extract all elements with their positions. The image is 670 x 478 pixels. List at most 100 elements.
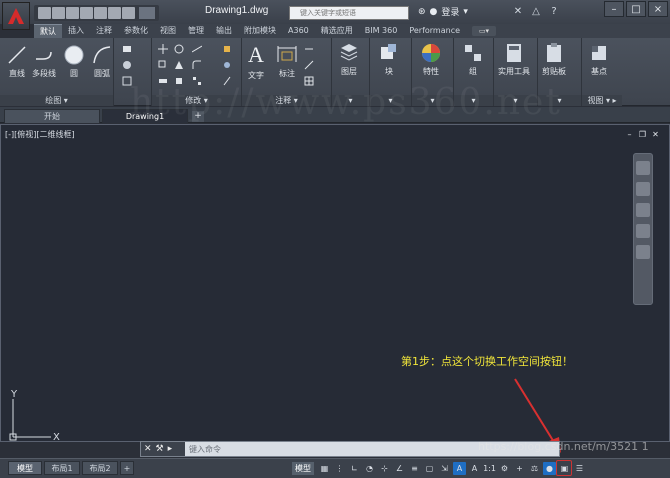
add-layout-button[interactable]: + [120,461,134,475]
ucs-x-label: X [53,432,60,443]
hatch-icon[interactable] [122,60,132,70]
application-menu-button[interactable] [2,2,30,30]
workspace-switching-gear-icon[interactable]: ⚙ [498,462,511,475]
tab-output[interactable]: 输出 [210,24,238,38]
groups-tool[interactable]: 组 [462,42,484,77]
annotation-monitor-icon[interactable]: + [513,462,526,475]
properties-tool[interactable]: 特性 [420,42,442,77]
close-icon[interactable]: ✕ [144,444,152,454]
selection-cycling-icon[interactable]: ⇲ [438,462,451,475]
circle-tool[interactable]: 圆 [63,44,85,79]
transparency-icon[interactable]: ▢ [423,462,436,475]
maximize-button[interactable]: □ [626,1,646,17]
save-as-icon[interactable] [80,7,93,19]
tab-featured-apps[interactable]: 精选应用 [315,24,359,38]
utilities-tool[interactable]: 实用工具 [498,42,530,77]
tab-addins[interactable]: 附加模块 [238,24,282,38]
tab-view[interactable]: 视图 [154,24,182,38]
command-input[interactable]: 键入命令 [185,444,221,455]
viewport-restore-button[interactable]: ❐ [637,130,648,140]
erase-icon[interactable] [222,44,232,54]
tab-model[interactable]: 模型 [8,461,42,475]
orbit-icon[interactable] [636,224,650,238]
exchange-icon[interactable]: ✕ [512,5,524,17]
steering-wheel-icon[interactable] [636,161,650,175]
text-label: 文字 [248,71,264,80]
help-icon[interactable]: ? [548,5,560,17]
tab-manage[interactable]: 管理 [182,24,210,38]
autoscale-icon[interactable]: A [468,462,481,475]
tab-annotate[interactable]: 注释 [90,24,118,38]
status-toggles: ▦ ⋮ ∟ ◔ ⊹ ∠ ≡ ▢ ⇲ A A 1:1 ⚙ + ⚖ ● ▣ ☰ [318,462,586,475]
tab-insert[interactable]: 插入 [62,24,90,38]
clipboard-tool[interactable]: 剪贴板 [542,42,566,77]
viewport-minimize-button[interactable]: – [624,130,635,140]
wrench-icon[interactable]: ⚒ [156,444,164,454]
draw-panel-title[interactable]: 绘图 ▾ [0,95,113,106]
mirror-icon[interactable] [174,60,184,70]
snap-icon[interactable]: ⋮ [333,462,346,475]
login-button[interactable]: ⊛ ● 登录 ▾ [418,5,468,19]
command-history-icon[interactable]: ▸ [168,444,173,454]
tab-performance[interactable]: Performance [403,24,466,38]
drawing-canvas[interactable]: [-][俯视][二维线框] – ❐ ✕ Y X 第1步：点这个切换工作空间按钮！ [0,124,670,453]
polyline-tool[interactable]: 多段线 [32,44,56,79]
new-icon[interactable] [38,7,51,19]
clean-screen-icon[interactable]: ☰ [573,462,586,475]
view-panel-title[interactable]: 视图 ▾ ▸ [582,95,622,106]
units-icon[interactable]: ⚖ [528,462,541,475]
arc-tool[interactable]: 圆弧 [91,44,113,79]
search-input[interactable]: 键入关键字或短语 [289,6,409,20]
osnap-icon[interactable]: ⊹ [378,462,391,475]
annotation-visibility-icon[interactable]: A [453,462,466,475]
dimension-tool[interactable]: 标注 [276,44,298,79]
isolate-objects-icon[interactable]: ● [543,462,556,475]
trim-icon[interactable] [192,44,202,54]
leader-icon[interactable] [304,60,314,70]
rotate-icon[interactable] [174,44,184,54]
ribbon-tab-bar: 默认 插入 注释 参数化 视图 管理 输出 附加模块 A360 精选应用 BIM… [34,24,670,38]
polar-icon[interactable]: ◔ [363,462,376,475]
workspace-dropdown[interactable] [139,7,155,19]
showmotion-icon[interactable] [636,245,650,259]
close-button[interactable]: × [648,1,668,17]
basepoint-tool[interactable]: 基点 [588,42,610,77]
navigation-bar[interactable] [633,153,653,305]
zoom-icon[interactable] [636,203,650,217]
block-tool[interactable]: 块 [378,42,400,77]
ribbon-options-button[interactable]: ▭▾ [472,26,497,36]
tab-layout2[interactable]: 布局2 [82,461,118,475]
lineweight-icon[interactable]: ≡ [408,462,421,475]
minimize-button[interactable]: – [604,1,624,17]
open-icon[interactable] [52,7,65,19]
viewport-close-button[interactable]: ✕ [650,130,661,140]
model-space-button[interactable]: 模型 [292,462,314,475]
tab-parametric[interactable]: 参数化 [118,24,154,38]
tab-a360[interactable]: A360 [282,24,315,38]
fillet-icon[interactable] [192,60,202,70]
undo-icon[interactable] [108,7,121,19]
linear-dim-icon[interactable] [304,44,314,54]
tab-default[interactable]: 默认 [34,24,62,38]
rectangle-icon[interactable] [122,44,132,54]
annotation-scale-icon[interactable]: 1:1 [483,462,496,475]
text-tool[interactable]: A 文字 [248,42,264,81]
layers-tool[interactable]: 图层 [338,42,360,77]
tab-bim360[interactable]: BIM 360 [359,24,404,38]
otrack-icon[interactable]: ∠ [393,462,406,475]
redo-icon[interactable] [122,7,135,19]
grid-icon[interactable]: ▦ [318,462,331,475]
copy-icon[interactable] [158,60,168,70]
tab-layout1[interactable]: 布局1 [44,461,80,475]
line-tool[interactable]: 直线 [6,44,28,79]
print-icon[interactable] [94,7,107,19]
move-icon[interactable] [158,44,168,54]
pan-icon[interactable] [636,182,650,196]
explode-icon[interactable] [222,60,232,70]
a360-icon[interactable]: △ [530,5,542,17]
ortho-icon[interactable]: ∟ [348,462,361,475]
circle-label: 圆 [70,69,78,78]
tab-start[interactable]: 开始 [4,109,100,123]
viewport-controls-label[interactable]: [-][俯视][二维线框] [5,129,75,140]
save-icon[interactable] [66,7,79,19]
